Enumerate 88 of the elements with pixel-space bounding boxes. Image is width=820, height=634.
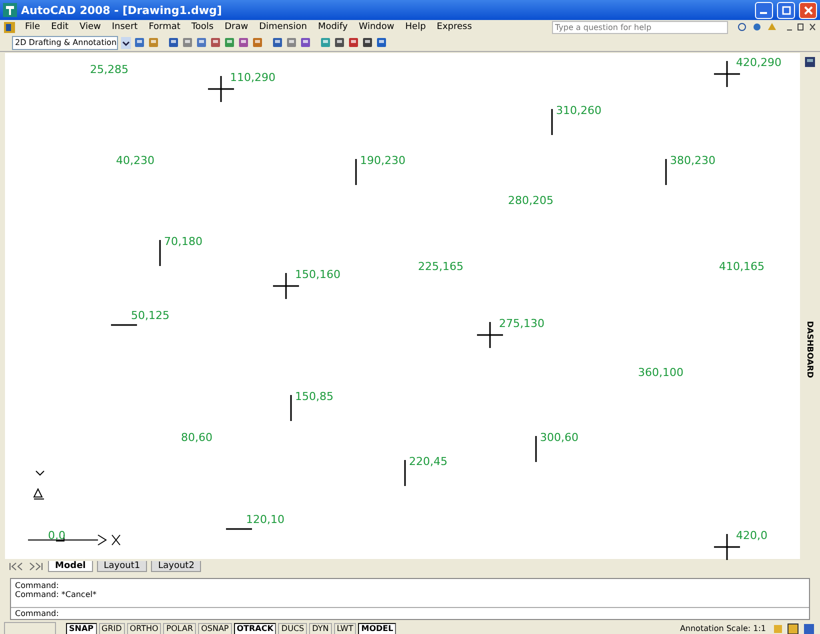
command-history-line: Command: (15, 581, 60, 590)
status-toggle[interactable]: POLAR (163, 622, 196, 634)
workspace-dropdown[interactable]: 2D Drafting & Annotation (12, 36, 118, 50)
layout-tab[interactable]: Layout1 (96, 560, 148, 572)
coordinate-label: 80,60 (181, 431, 212, 444)
toolbar-icon[interactable] (134, 37, 145, 48)
coordinate-label: 420,290 (736, 56, 782, 69)
status-toggle[interactable]: SNAP (66, 622, 97, 634)
toolbar-icon[interactable] (210, 37, 221, 48)
document-icon (4, 22, 15, 32)
dashboard-label[interactable]: DASHBOARD (806, 321, 814, 378)
toolbar-icon[interactable] (300, 37, 311, 48)
close-icon (804, 6, 812, 14)
status-toggle[interactable]: ORTHO (126, 622, 162, 634)
toolbar-icon[interactable] (348, 37, 359, 48)
status-toggle[interactable]: MODEL (358, 622, 396, 634)
app-icon (3, 3, 17, 17)
command-prompt[interactable]: Command: (15, 609, 59, 618)
coordinate-label: 300,60 (540, 431, 578, 444)
coordinate-label: 40,230 (116, 154, 154, 167)
tick-mark (665, 159, 667, 185)
toolbar-icon[interactable] (362, 37, 373, 48)
coordinate-label: 220,45 (409, 455, 448, 468)
status-toggle[interactable]: GRID (98, 622, 125, 634)
coordinate-label: 110,290 (230, 71, 276, 84)
dashboard-icon[interactable] (805, 57, 815, 67)
close-button[interactable] (799, 2, 817, 18)
tab-scroll-arrows-icon[interactable] (8, 562, 44, 570)
toolbar-icon[interactable] (334, 37, 345, 48)
menu-item[interactable]: View (78, 22, 102, 32)
window-controls-icon[interactable] (786, 22, 816, 32)
layout-tab[interactable]: Layout2 (151, 560, 202, 572)
toolbar-icon[interactable] (196, 37, 207, 48)
coordinate-label: 225,165 (418, 260, 464, 273)
coordinate-label: 280,205 (508, 194, 554, 207)
maximize-icon (782, 6, 790, 14)
menu-item[interactable]: Help (404, 22, 427, 32)
tick-mark (111, 324, 137, 326)
status-toggle[interactable]: DUCS (278, 622, 308, 634)
menu-item[interactable]: File (24, 22, 42, 32)
menu-item[interactable]: Draw (224, 22, 250, 32)
annotation-scale[interactable]: Annotation Scale: 1:1 (680, 624, 770, 633)
help-tools-icon[interactable] (737, 22, 777, 32)
coordinate-label: 120,10 (246, 513, 284, 526)
coordinate-label: 380,230 (670, 154, 716, 167)
window-title: AutoCAD 2008 - [Drawing1.dwg] (21, 4, 223, 16)
coordinate-label: 150,85 (295, 390, 334, 403)
coordinate-label: 275,130 (499, 317, 544, 330)
coordinate-label: 25,285 (90, 63, 128, 76)
tick-mark (551, 109, 553, 135)
minimize-button[interactable] (755, 2, 773, 18)
coordinate-label: 50,125 (131, 309, 170, 322)
status-toggle[interactable]: LWT (334, 622, 356, 634)
status-toggle[interactable]: OTRACK (234, 622, 276, 634)
coordinate-display (4, 622, 56, 634)
tick-mark (355, 159, 357, 185)
drawing-canvas[interactable]: 25,285 110,290 420,290 310,260 40,230 190,230 380,230 280,205 70,180 150,160 225,165 410,165 50,125 275,130 360,100 150,85 80,60 300,60 220,45 120,10 0,0 420,0 (5, 53, 800, 559)
help-search-field[interactable]: Type a question for help (552, 20, 728, 34)
maximize-button[interactable] (777, 2, 795, 18)
tick-mark (226, 528, 252, 530)
toolbar-icon[interactable] (238, 37, 249, 48)
layout-tab[interactable]: Model (48, 560, 93, 572)
menu-item[interactable]: Window (358, 22, 396, 32)
tick-mark (159, 240, 161, 266)
coordinate-label: 150,160 (295, 268, 340, 281)
toolbar-icon[interactable] (168, 37, 179, 48)
menu-item[interactable]: Express (436, 22, 473, 32)
coordinate-label: 310,260 (556, 104, 602, 117)
coordinate-label: 410,165 (719, 260, 764, 273)
coordinate-label: 190,230 (360, 154, 406, 167)
coordinate-label: 0,0 (48, 529, 66, 542)
command-history-line: Command: *Cancel* (15, 590, 98, 599)
tick-mark (290, 395, 292, 421)
menu-item[interactable]: Tools (190, 22, 215, 32)
coordinate-label: 70,180 (164, 235, 202, 248)
tick-mark (535, 436, 537, 462)
status-toggle[interactable]: DYN (309, 622, 332, 634)
toolbar-icon[interactable] (376, 37, 387, 48)
menu-item[interactable]: Dimension (258, 22, 308, 32)
menu-item[interactable]: Edit (50, 22, 70, 32)
tick-mark (404, 460, 406, 486)
coordinate-label: 420,0 (736, 529, 768, 542)
menu-item[interactable]: Modify (316, 22, 349, 32)
menu-item[interactable]: Format (148, 22, 182, 32)
status-toggle[interactable]: OSNAP (198, 622, 232, 634)
menu-item[interactable]: Insert (110, 22, 139, 32)
toolbar-icon[interactable] (272, 37, 283, 48)
coordinate-label: 360,100 (638, 366, 684, 379)
